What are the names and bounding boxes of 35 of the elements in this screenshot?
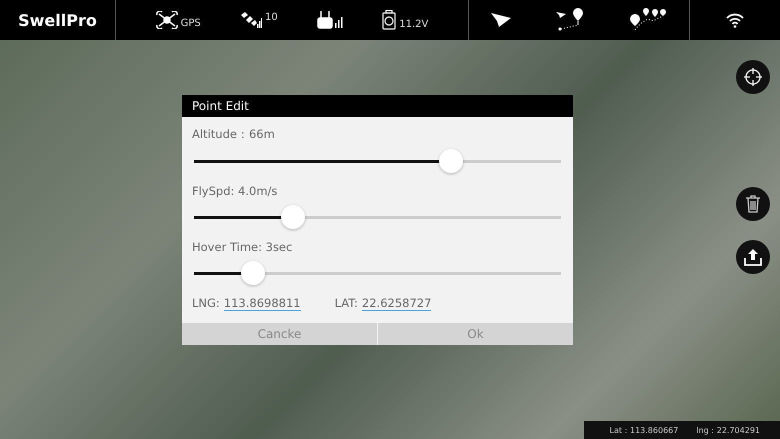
slider[interactable] bbox=[194, 149, 561, 173]
slider-thumb[interactable] bbox=[281, 205, 306, 229]
upload-button[interactable] bbox=[736, 240, 770, 274]
slider[interactable] bbox=[194, 205, 561, 229]
plane-to-pin-icon[interactable] bbox=[556, 8, 584, 32]
locate-button[interactable] bbox=[736, 60, 770, 94]
lng-readout: lng：22.704291 bbox=[696, 425, 760, 436]
lat-readout: Lat：113.860667 bbox=[610, 425, 678, 436]
paper-plane-icon[interactable] bbox=[491, 13, 512, 27]
status-text: 11.2V bbox=[399, 19, 428, 30]
remote-controller-icon bbox=[317, 11, 343, 29]
crosshair-icon bbox=[743, 67, 763, 87]
status-text: GPS bbox=[180, 18, 201, 29]
satellite-signal-icon bbox=[240, 12, 262, 28]
lat-field[interactable]: 22.6258727 bbox=[362, 296, 432, 311]
status-text: 10 bbox=[265, 12, 278, 23]
slider-label: FlySpd: 4.0m/s bbox=[192, 184, 278, 198]
lat-label: LAT: bbox=[334, 296, 358, 310]
lng-label: LNG: bbox=[192, 296, 220, 310]
satellite-map[interactable]: Point Edit Altitude：66m FlySpd: 4.0m/s Hover Time: 3sec LNG: 113.8698811 LAT: 22.6258727 Cancke Ok Lat：113.860667 lng：22.704291 bbox=[0, 40, 780, 439]
trash-icon bbox=[745, 195, 761, 213]
slider-label: Altitude：66m bbox=[192, 127, 276, 142]
drone-icon bbox=[156, 11, 178, 29]
wifi-icon[interactable] bbox=[726, 12, 744, 28]
dialog-title: Point Edit bbox=[182, 95, 573, 117]
upload-icon bbox=[744, 248, 762, 266]
delete-button[interactable] bbox=[736, 187, 770, 221]
logo: SwellPro bbox=[18, 10, 97, 30]
slider[interactable] bbox=[194, 261, 561, 285]
slider-thumb[interactable] bbox=[240, 261, 265, 285]
waypoints-icon[interactable] bbox=[628, 8, 667, 32]
lng-field[interactable]: 113.8698811 bbox=[224, 296, 301, 311]
battery-icon bbox=[382, 10, 396, 30]
slider-label: Hover Time: 3sec bbox=[192, 240, 294, 254]
slider-thumb[interactable] bbox=[438, 149, 463, 173]
